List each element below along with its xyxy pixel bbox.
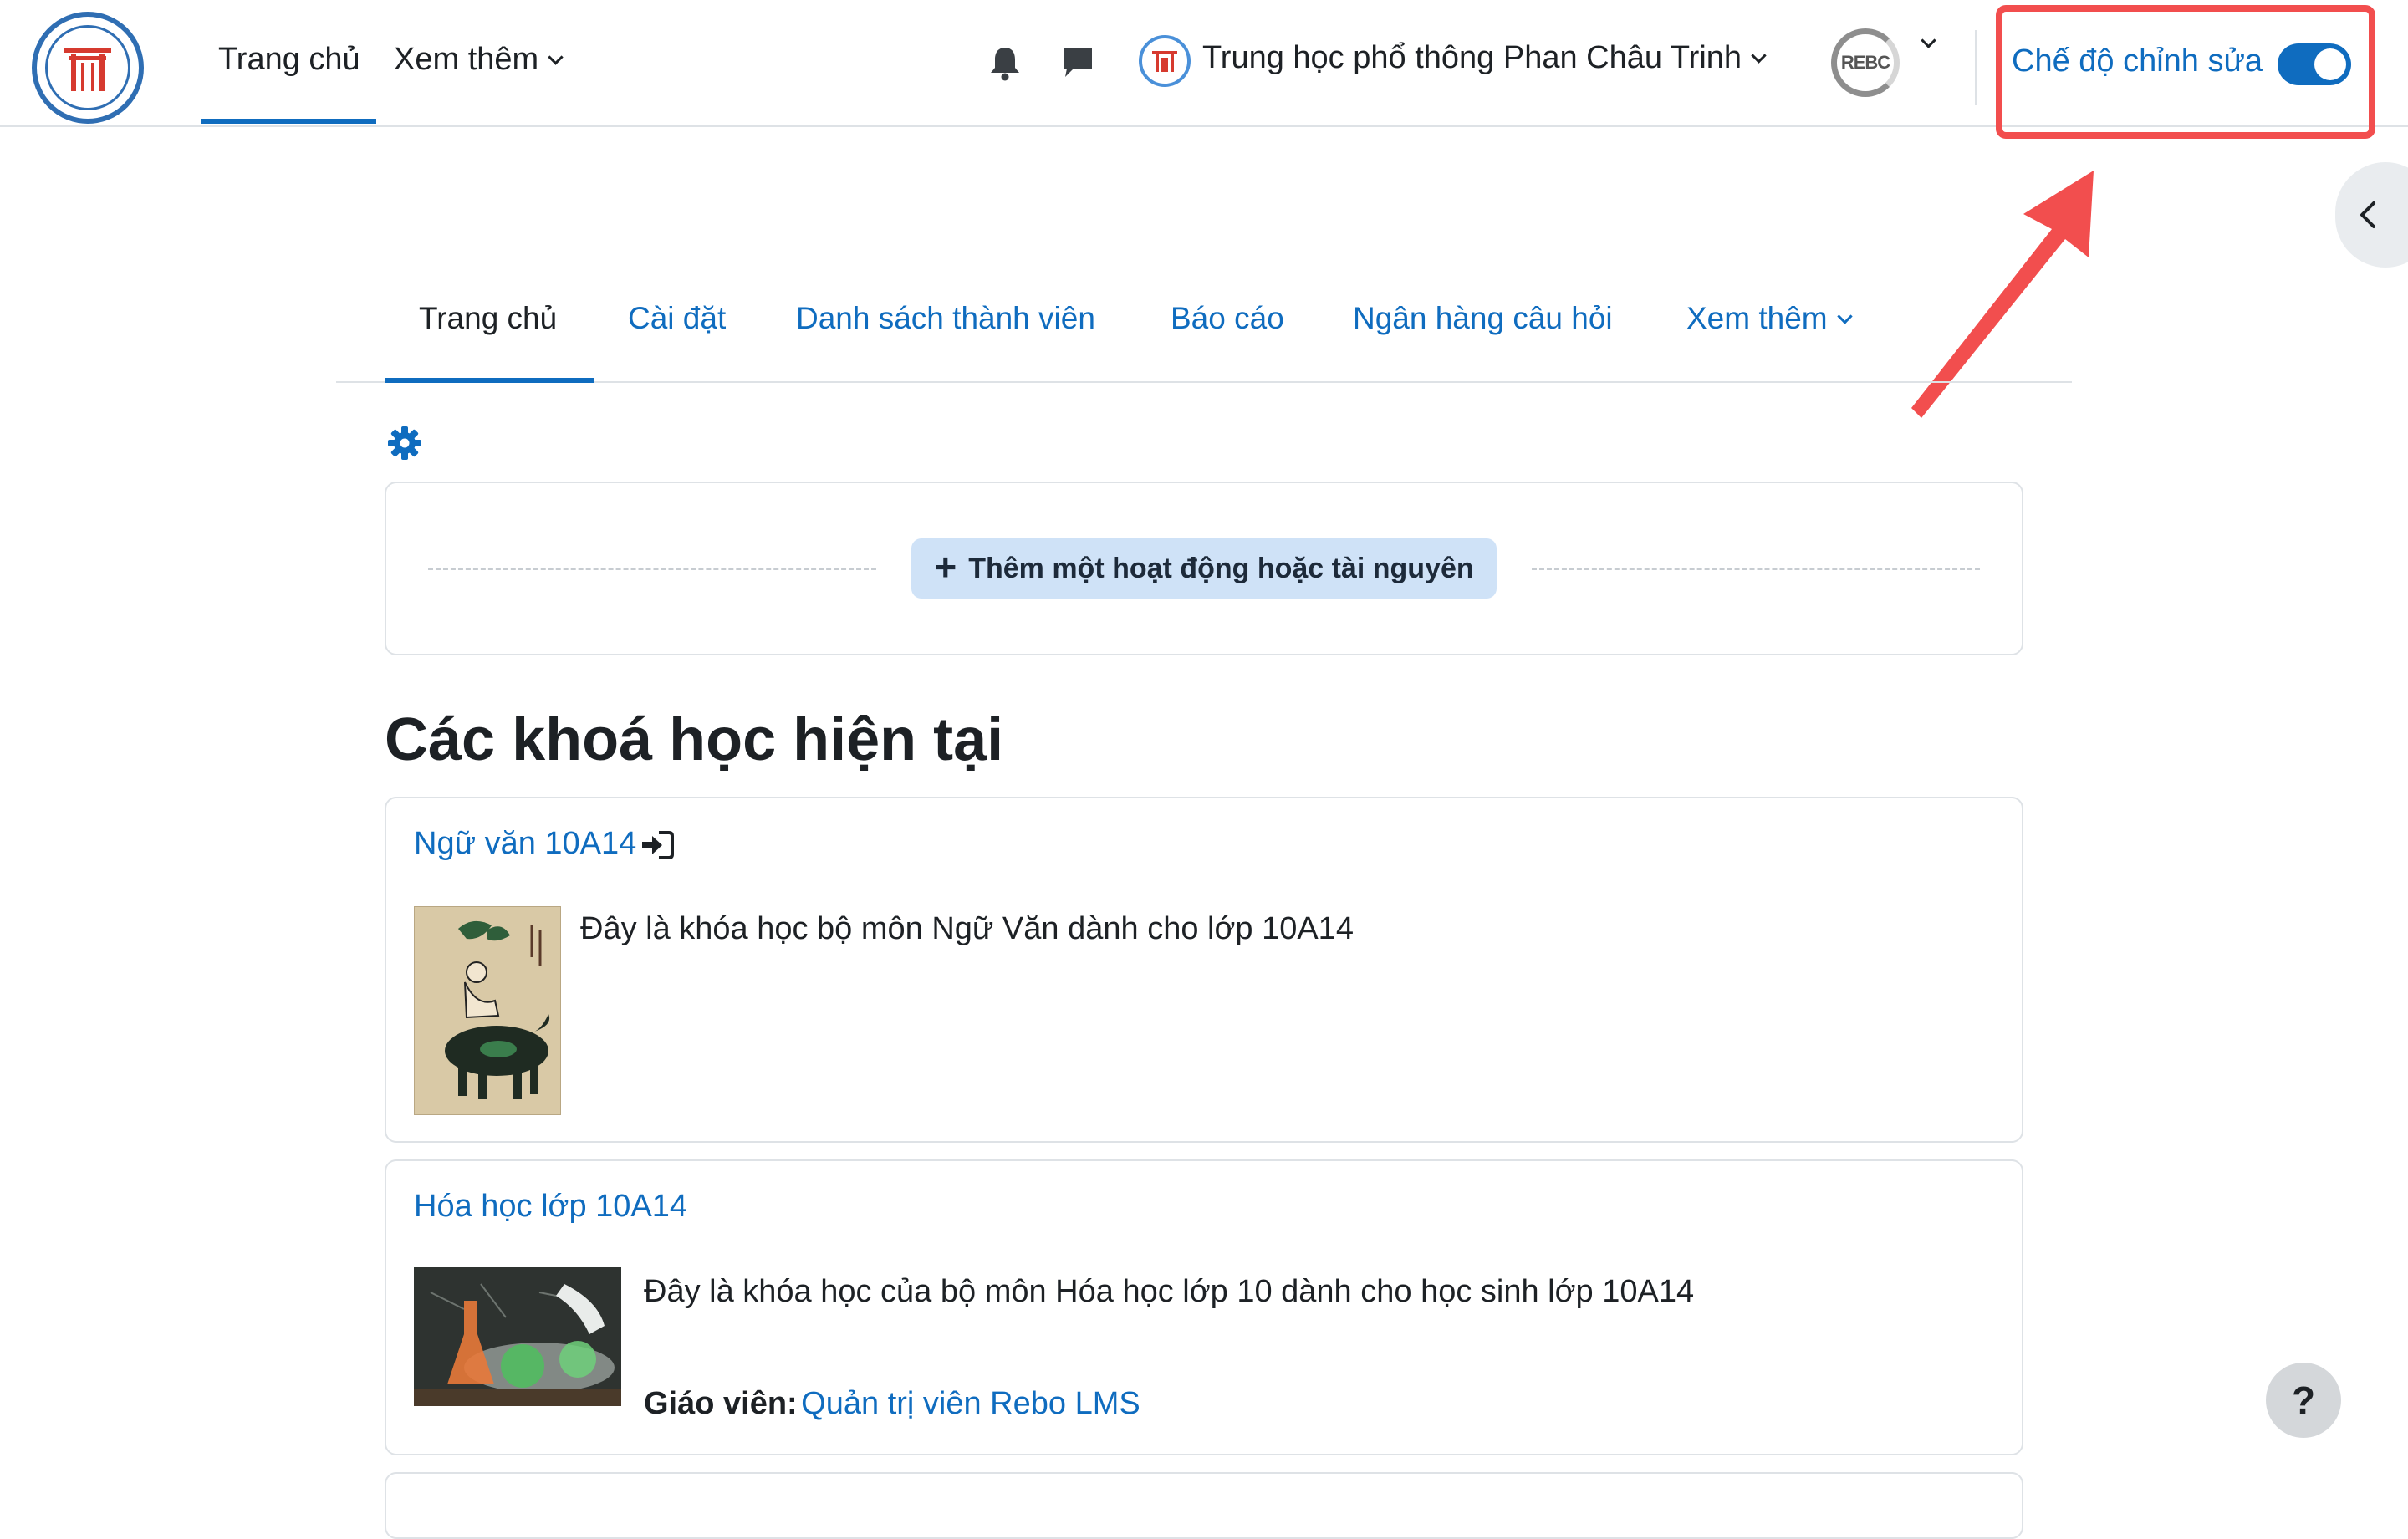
chevron-down-icon (1836, 308, 1853, 324)
help-icon: ? (2291, 1378, 2316, 1422)
teacher-link[interactable]: Quản trị viên Rebo LMS (801, 1386, 1140, 1421)
bell-icon (991, 48, 1019, 81)
teacher-label: Giáo viên: (644, 1386, 798, 1421)
nav-home-active-indicator (201, 119, 376, 124)
divider-dashed-right (1532, 568, 1980, 570)
tab-home-active-indicator (385, 378, 594, 383)
navbar-divider (1975, 30, 1977, 105)
chevron-left-icon (2360, 201, 2375, 228)
course-image[interactable] (414, 906, 561, 1115)
org-name: Trung học phổ thông Phan Châu Trinh (1202, 40, 1742, 75)
nav-home[interactable]: Trang chủ (218, 42, 360, 78)
add-activity-button[interactable]: + Thêm một hoạt động hoặc tài nguyên (911, 538, 1497, 599)
page-heading: Các khoá học hiện tại (385, 706, 1004, 773)
secondary-nav-border (336, 381, 2072, 383)
chevron-down-icon (548, 49, 564, 65)
annotation-arrow (1911, 171, 2094, 418)
tab-home[interactable]: Trang chủ (419, 301, 557, 336)
org-switcher[interactable]: Trung học phổ thông Phan Châu Trinh (1202, 40, 1767, 76)
buffalo-painting-icon (415, 907, 560, 1114)
org-avatar[interactable] (1139, 35, 1191, 87)
user-avatar[interactable]: REBC (1831, 28, 1900, 97)
tab-more[interactable]: Xem thêm (1686, 301, 1853, 336)
gate-icon (64, 48, 111, 91)
nav-more-label: Xem thêm (394, 42, 539, 77)
divider-dashed-left (428, 568, 876, 570)
tab-more-label: Xem thêm (1686, 301, 1828, 335)
add-activity-label: Thêm một hoạt động hoặc tài nguyên (968, 552, 1474, 584)
course-title-link[interactable]: Hóa học lớp 10A14 (414, 1189, 687, 1225)
plus-icon: + (934, 545, 957, 589)
school-logo[interactable] (32, 12, 144, 124)
course-description: Đây là khóa học của bộ môn Hóa học lớp 1… (644, 1274, 1695, 1309)
chevron-down-icon (1751, 48, 1767, 64)
annotation-highlight-box (1996, 5, 2375, 139)
chat-bubble-icon (1064, 48, 1092, 77)
chemistry-lab-icon (414, 1267, 621, 1406)
course-description: Đây là khóa học bộ môn Ngữ Văn dành cho … (580, 911, 1354, 946)
tab-participants[interactable]: Danh sách thành viên (796, 301, 1095, 336)
messages-button[interactable] (1059, 43, 1097, 82)
nav-more[interactable]: Xem thêm (394, 42, 564, 78)
school-logo-emblem (45, 25, 130, 110)
user-menu-toggle[interactable] (1911, 33, 1936, 57)
gear-icon[interactable] (386, 425, 423, 461)
drawer-toggle-button[interactable] (2335, 162, 2408, 268)
course-image[interactable] (414, 1267, 621, 1406)
tab-settings[interactable]: Cài đặt (628, 301, 726, 336)
notifications-button[interactable] (987, 43, 1023, 82)
help-button[interactable]: ? (2266, 1363, 2341, 1438)
tab-question-bank[interactable]: Ngân hàng câu hỏi (1353, 301, 1613, 336)
course-card (385, 1472, 2023, 1539)
course-title-link[interactable]: Ngữ văn 10A14 (414, 826, 636, 862)
gate-icon (1152, 51, 1177, 72)
tab-reports[interactable]: Báo cáo (1171, 301, 1284, 336)
user-initials: REBC (1840, 52, 1890, 73)
course-teacher: Giáo viên: Quản trị viên Rebo LMS (644, 1386, 1140, 1422)
enter-course-icon[interactable] (639, 829, 674, 861)
